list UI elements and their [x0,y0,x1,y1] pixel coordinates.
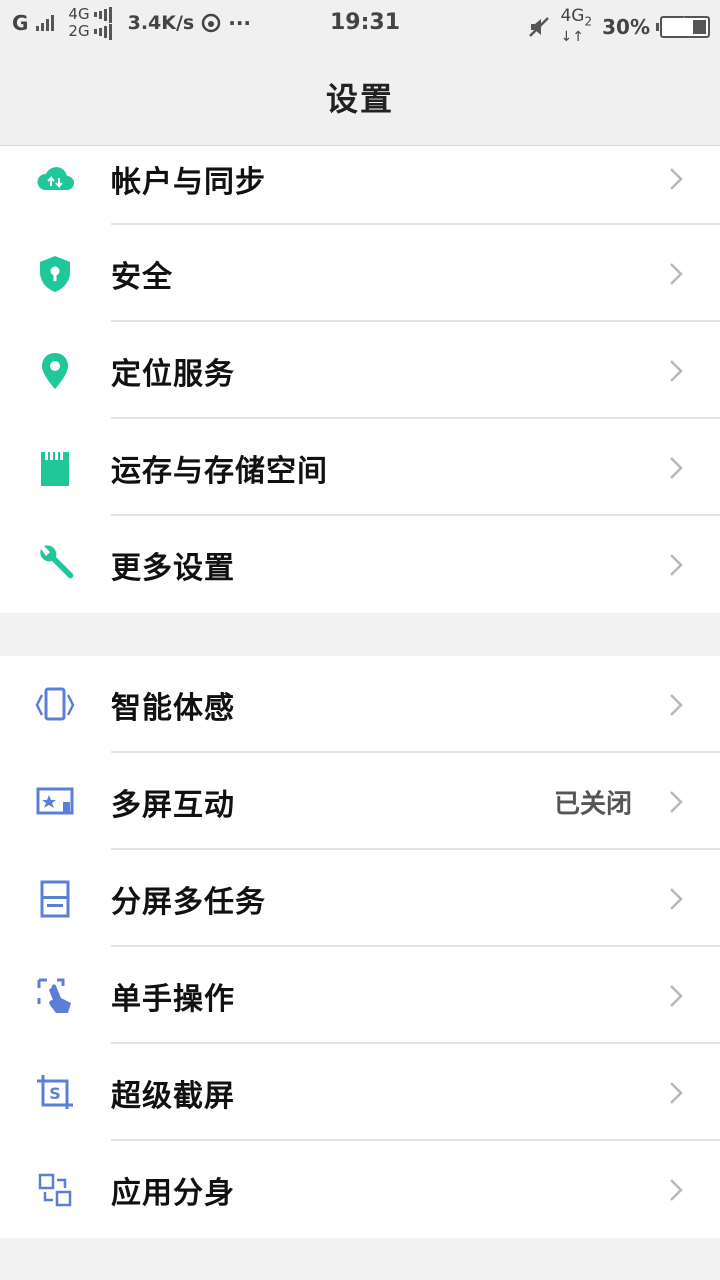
chevron-right-icon [670,553,683,576]
settings-item-one-hand[interactable]: 单手操作 [0,947,720,1044]
clock: 19:31 [330,10,401,35]
settings-item-label: 多屏互动 [111,787,235,823]
settings-item-more-settings[interactable]: 更多设置 [0,516,720,613]
mobile-data-indicator: 4G2 ↓↑ [560,6,593,46]
settings-item-label: 单手操作 [111,981,235,1017]
settings-item-split-screen[interactable]: 分屏多任务 [0,850,720,947]
settings-item-location[interactable]: 定位服务 [0,322,720,419]
chevron-right-icon [670,456,683,479]
svg-text:S: S [49,1084,61,1103]
chevron-right-icon [670,262,683,285]
chevron-right-icon [670,790,683,813]
chevron-right-icon [670,1178,683,1201]
one-hand-icon [34,975,76,1017]
sd-card-icon [34,447,76,489]
settings-item-label: 超级截屏 [111,1078,235,1114]
settings-group-2: 智能体感 多屏互动 已关闭 分屏多任务 单手操作 S 超级截屏 应用分身 [0,656,720,1238]
title-bar: 设置 [0,48,720,146]
settings-item-super-screenshot[interactable]: S 超级截屏 [0,1044,720,1141]
signal-icon [36,15,55,31]
chevron-right-icon [670,168,683,190]
chevron-right-icon [670,693,683,716]
more-notifications: ··· [228,11,252,35]
settings-item-label: 更多设置 [111,550,235,586]
page-title: 设置 [325,79,394,118]
network-speed: 3.4K/s [127,12,195,34]
data-arrows-icon: ↓↑ [560,29,584,46]
chevron-right-icon [670,887,683,910]
settings-item-accounts-sync[interactable]: 帐户与同步 [0,146,720,225]
data-type: 4G [560,6,585,26]
settings-item-security[interactable]: 安全 [0,225,720,322]
data-slot: 2 [584,14,593,29]
dual-sim-indicator: 4G 2G [68,5,112,40]
settings-group-1: 帐户与同步 安全 定位服务 运存与存储空间 更多设置 [0,146,720,613]
split-screen-icon [34,878,76,920]
hotspot-icon [201,13,221,33]
chevron-right-icon [670,984,683,1007]
net-4g: 4G [68,5,90,23]
chevron-right-icon [670,359,683,382]
battery-level [693,19,706,34]
app-clone-icon [34,1169,76,1211]
settings-item-label: 定位服务 [111,356,235,392]
signal-icon [93,23,112,40]
settings-item-label: 智能体感 [111,690,235,726]
settings-item-storage[interactable]: 运存与存储空间 [0,419,720,516]
phone-motion-icon [34,684,76,726]
settings-item-smart-motion[interactable]: 智能体感 [0,656,720,753]
charging-icon: ⚡ [676,14,686,31]
location-pin-icon [34,350,76,392]
screenshot-icon: S [34,1072,76,1114]
sim1-type: G [12,11,29,35]
settings-item-label: 分屏多任务 [111,884,266,920]
chevron-right-icon [670,1081,683,1104]
settings-item-label: 应用分身 [111,1175,235,1211]
cloud-sync-icon [34,158,76,200]
signal-icon [93,6,112,23]
cast-screen-icon [34,781,76,823]
settings-item-label: 运存与存储空间 [111,453,328,489]
status-value: 已关闭 [553,789,632,819]
wrench-icon [34,544,76,586]
net-2g: 2G [68,22,90,40]
battery-icon: ⚡ [656,14,710,38]
settings-item-label: 帐户与同步 [111,165,266,200]
settings-item-app-clone[interactable]: 应用分身 [0,1141,720,1238]
mute-icon [529,16,550,37]
battery-percent: 30% [602,14,650,39]
settings-item-label: 安全 [111,259,173,295]
shield-icon [34,253,76,295]
status-bar: G 4G 2G 3.4K/s ··· 19:31 4G2 ↓↑ 30% ⚡ [0,0,720,48]
settings-item-multi-screen[interactable]: 多屏互动 已关闭 [0,753,720,850]
